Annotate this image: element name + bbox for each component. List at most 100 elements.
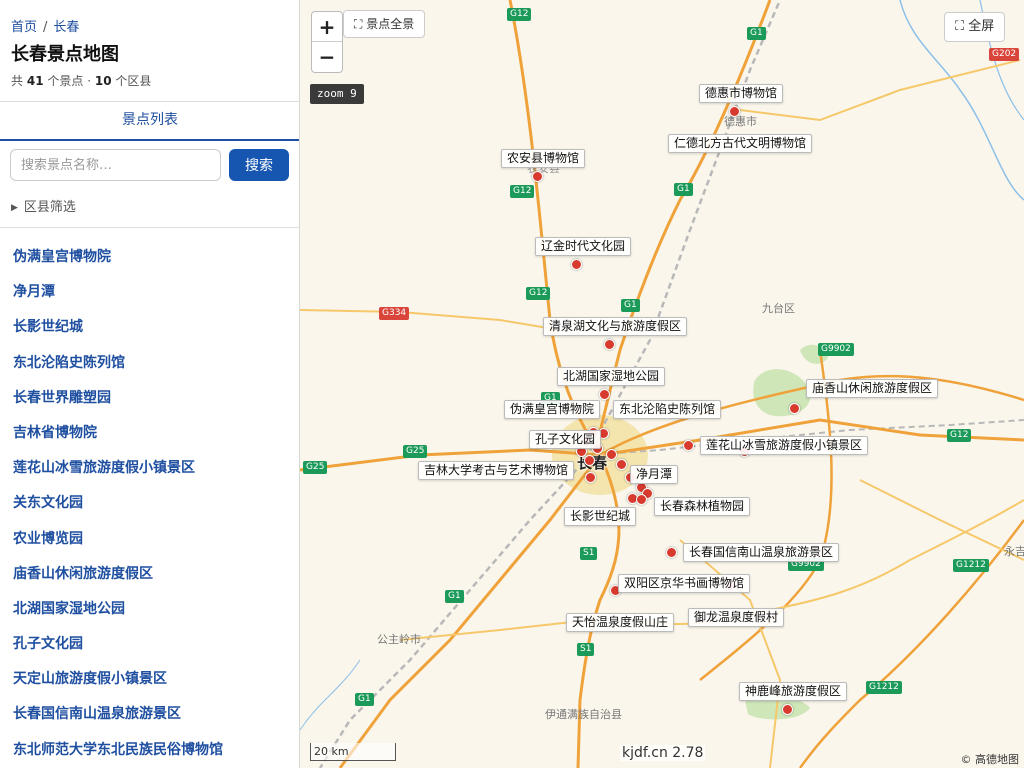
road-shield: G1212	[953, 559, 989, 572]
road-shield: G334	[379, 307, 410, 320]
base-label-yitong: 伊通满族自治县	[545, 708, 622, 721]
poi-label[interactable]: 清泉湖文化与旅游度假区	[543, 317, 688, 336]
poi-label[interactable]: 东北沦陷史陈列馆	[613, 400, 722, 419]
poi-label[interactable]: 庙香山休闲旅游度假区	[806, 379, 939, 398]
poi-label[interactable]: 吉林大学考古与艺术博物馆	[418, 461, 575, 480]
poi-list-item[interactable]: 东北师范大学东北民族民俗博物馆	[0, 733, 299, 768]
poi-list-item[interactable]: 关东文化园	[0, 486, 299, 521]
divider	[0, 227, 299, 228]
poi-list-item[interactable]: 长春世界雕塑园	[0, 381, 299, 416]
breadcrumb-separator: /	[43, 20, 48, 35]
poi-marker[interactable]	[606, 449, 617, 460]
poi-label[interactable]: 长春森林植物园	[654, 497, 751, 516]
poi-label[interactable]: 莲花山冰雪旅游度假小镇景区	[700, 436, 869, 455]
district-count: 10	[94, 74, 112, 88]
zoom-level-badge: zoom 9	[310, 84, 364, 104]
poi-list: 伪满皇宫博物院 净月潭 长影世纪城 东北沦陷史陈列馆 长春世界雕塑园 吉林省博物…	[0, 240, 299, 768]
poi-label[interactable]: 伪满皇宫博物院	[504, 400, 601, 419]
poi-label[interactable]: 北湖国家湿地公园	[557, 367, 666, 386]
poi-marker[interactable]	[789, 403, 800, 414]
poi-label[interactable]: 辽金时代文化园	[535, 237, 632, 256]
summary-district-unit: 个区县	[115, 74, 152, 88]
poi-label[interactable]: 长春国信南山温泉旅游景区	[683, 543, 840, 562]
poi-marker[interactable]	[599, 389, 610, 400]
page-title: 长春景点地图	[11, 44, 119, 65]
poi-list-item[interactable]: 天定山旅游度假小镇景区	[0, 662, 299, 697]
poi-label[interactable]: 农安县博物馆	[501, 149, 586, 168]
district-filter-toggle[interactable]: ▶ 区县筛选	[11, 196, 76, 215]
poi-label[interactable]: 双阳区京华书画博物馆	[618, 574, 751, 593]
poi-list-item[interactable]: 东北沦陷史陈列馆	[0, 346, 299, 381]
base-label-yongji: 永吉	[1004, 545, 1024, 558]
summary-poi-unit: 个景点 ·	[47, 74, 92, 88]
poi-marker[interactable]	[729, 106, 740, 117]
poi-marker[interactable]	[584, 455, 595, 466]
poi-marker[interactable]	[604, 339, 615, 350]
poi-label[interactable]: 仁德北方古代文明博物馆	[668, 134, 813, 153]
breadcrumb-home-link[interactable]: 首页	[11, 20, 37, 35]
scale-bar: 20 km	[310, 743, 396, 761]
zoom-out-button[interactable]: −	[312, 42, 342, 72]
road-shield: G1	[355, 693, 374, 706]
road-shield: G12	[947, 429, 972, 442]
district-filter-label: 区县筛选	[23, 200, 76, 215]
poi-label[interactable]: 德惠市博物馆	[699, 84, 784, 103]
poi-marker[interactable]	[782, 704, 793, 715]
poi-list-item[interactable]: 庙香山休闲旅游度假区	[0, 557, 299, 592]
watermark: kjdf.cn 2.78	[620, 745, 706, 761]
triangle-right-icon: ▶	[11, 203, 18, 213]
zoom-in-button[interactable]: +	[312, 12, 342, 42]
poi-marker[interactable]	[571, 259, 582, 270]
road-shield: G25	[403, 445, 428, 458]
poi-list-item[interactable]: 长影世纪城	[0, 310, 299, 345]
poi-label[interactable]: 净月潭	[630, 465, 679, 484]
poi-list-item[interactable]: 净月潭	[0, 275, 299, 310]
poi-list-item[interactable]: 农业博览园	[0, 522, 299, 557]
sidebar: 首页 / 长春 长春景点地图 共 41 个景点 · 10 个区县 景点列表 搜索 ▶…	[0, 0, 300, 768]
poi-list-item[interactable]: 长春国信南山温泉旅游景区	[0, 697, 299, 732]
poi-list-item[interactable]: 吉林省博物院	[0, 416, 299, 451]
poi-label[interactable]: 孔子文化园	[529, 430, 602, 449]
search-button[interactable]: 搜索	[229, 149, 289, 181]
road-shield: G1212	[866, 681, 902, 694]
road-shield: G202	[989, 48, 1020, 61]
poi-label[interactable]: 长影世纪城	[564, 507, 637, 526]
road-shield: S1	[577, 643, 595, 656]
base-label-gongzhuling: 公主岭市	[377, 633, 421, 646]
poi-list-item[interactable]: 伪满皇宫博物院	[0, 240, 299, 275]
tab-poi-list[interactable]: 景点列表	[0, 102, 299, 141]
fullscreen-button[interactable]: ⛶ 全屏	[944, 12, 1006, 42]
base-label-jiutai: 九台区	[762, 302, 795, 315]
poi-count: 41	[26, 74, 44, 88]
road-shield: G1	[747, 27, 766, 40]
poi-label[interactable]: 神鹿峰旅游度假区	[739, 682, 848, 701]
road-shield: G12	[510, 185, 535, 198]
poi-label[interactable]: 天怡温泉度假山庄	[566, 613, 675, 632]
base-label-dehui: 德惠市	[724, 115, 757, 128]
breadcrumb: 首页 / 长春	[11, 16, 79, 35]
poi-list-item[interactable]: 孔子文化园	[0, 627, 299, 662]
overview-button[interactable]: ⛶ 景点全景	[343, 10, 426, 38]
summary-prefix: 共	[11, 74, 24, 88]
road-shield: G9902	[818, 343, 854, 356]
poi-marker[interactable]	[636, 494, 647, 505]
zoom-control: + −	[311, 11, 343, 73]
road-shield: S1	[580, 547, 598, 560]
poi-marker[interactable]	[532, 171, 543, 182]
road-shield: G1	[445, 590, 464, 603]
map-copyright[interactable]: © 高德地图	[961, 751, 1020, 767]
poi-marker[interactable]	[683, 440, 694, 451]
search-input[interactable]	[10, 149, 221, 181]
road-shield: G1	[674, 183, 693, 196]
poi-label[interactable]: 御龙温泉度假村	[688, 608, 785, 627]
road-shield: G12	[507, 8, 532, 21]
breadcrumb-current-link[interactable]: 长春	[53, 20, 79, 35]
poi-marker[interactable]	[585, 472, 596, 483]
poi-list-item[interactable]: 北湖国家湿地公园	[0, 592, 299, 627]
poi-list-item[interactable]: 莲花山冰雪旅游度假小镇景区	[0, 451, 299, 486]
road-shield: G25	[303, 461, 328, 474]
road-shield: G12	[526, 287, 551, 300]
poi-marker[interactable]	[616, 459, 627, 470]
poi-marker[interactable]	[666, 547, 677, 558]
map-canvas[interactable]: 德惠市 九台区 公主岭市 伊通满族自治县 永吉 农安县 长春 G12 G1 G2…	[300, 0, 1024, 768]
